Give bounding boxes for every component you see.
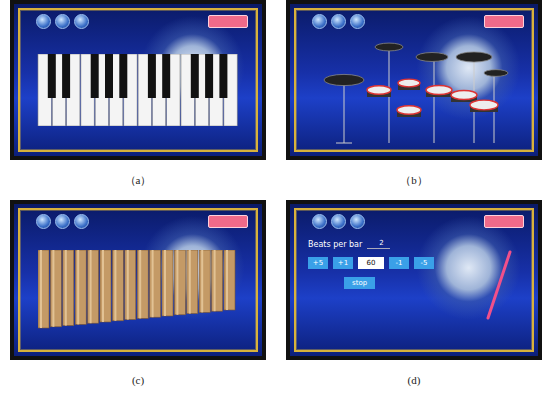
figure-cell: （b） [286, 0, 542, 200]
pendulum-icon [484, 250, 514, 320]
round-button-icon[interactable] [74, 214, 89, 229]
tempo-button[interactable]: +1 [333, 257, 353, 269]
tempo-display[interactable]: 60 [358, 257, 384, 269]
gold-frame [18, 208, 258, 352]
round-buttons [312, 214, 365, 229]
gold-frame: Beats per bar 2 +5 +1 60 -1 -5 stop [294, 208, 534, 352]
app-screenshot [286, 0, 542, 160]
figure-caption: (c) [10, 360, 266, 400]
round-button-icon[interactable] [350, 14, 365, 29]
instrument-stage [20, 29, 256, 150]
round-button-icon[interactable] [312, 214, 327, 229]
instrument-stage [20, 229, 256, 350]
top-bar [20, 10, 256, 29]
beats-row: Beats per bar 2 [308, 239, 390, 249]
app-screenshot [10, 0, 266, 160]
top-bar [296, 210, 532, 229]
tempo-button[interactable]: +5 [308, 257, 328, 269]
figure-cell: （a） [10, 0, 266, 200]
instrument-stage [296, 29, 532, 150]
tempo-button[interactable]: -5 [414, 257, 434, 269]
figure-cell: Beats per bar 2 +5 +1 60 -1 -5 stop (d) [286, 200, 542, 400]
back-badge[interactable] [208, 215, 248, 228]
round-button-icon[interactable] [55, 214, 70, 229]
gold-frame [18, 8, 258, 152]
pan-flute-icon[interactable] [38, 250, 238, 330]
figure-cell: (c) [10, 200, 266, 400]
app-screenshot [10, 200, 266, 360]
round-button-icon[interactable] [74, 14, 89, 29]
round-buttons [36, 14, 89, 29]
back-badge[interactable] [484, 215, 524, 228]
back-badge[interactable] [208, 15, 248, 28]
gold-frame [294, 8, 534, 152]
tempo-button[interactable]: -1 [389, 257, 409, 269]
beats-label: Beats per bar [308, 240, 362, 249]
beats-spinner[interactable]: 2 [367, 239, 389, 249]
stop-button[interactable]: stop [344, 277, 375, 289]
round-button-icon[interactable] [55, 14, 70, 29]
piano-keyboard-icon[interactable] [37, 54, 239, 126]
figure-caption: （a） [10, 160, 266, 200]
back-badge[interactable] [484, 15, 524, 28]
round-button-icon[interactable] [36, 14, 51, 29]
round-buttons [36, 214, 89, 229]
round-button-icon[interactable] [331, 14, 346, 29]
round-button-icon[interactable] [312, 14, 327, 29]
tempo-row: +5 +1 60 -1 -5 [308, 257, 434, 269]
top-bar [20, 210, 256, 229]
round-button-icon[interactable] [36, 214, 51, 229]
round-button-icon[interactable] [331, 214, 346, 229]
figure-caption: (d) [286, 360, 542, 400]
figure-caption: （b） [286, 160, 542, 200]
top-bar [296, 10, 532, 29]
drum-kit-icon[interactable] [314, 35, 514, 145]
app-screenshot: Beats per bar 2 +5 +1 60 -1 -5 stop [286, 200, 542, 360]
round-button-icon[interactable] [350, 214, 365, 229]
round-buttons [312, 14, 365, 29]
figure-grid: （a） （b） (c) Beats per bar 2 +5 +1 60 -1 -5 stop (d) [0, 0, 544, 400]
